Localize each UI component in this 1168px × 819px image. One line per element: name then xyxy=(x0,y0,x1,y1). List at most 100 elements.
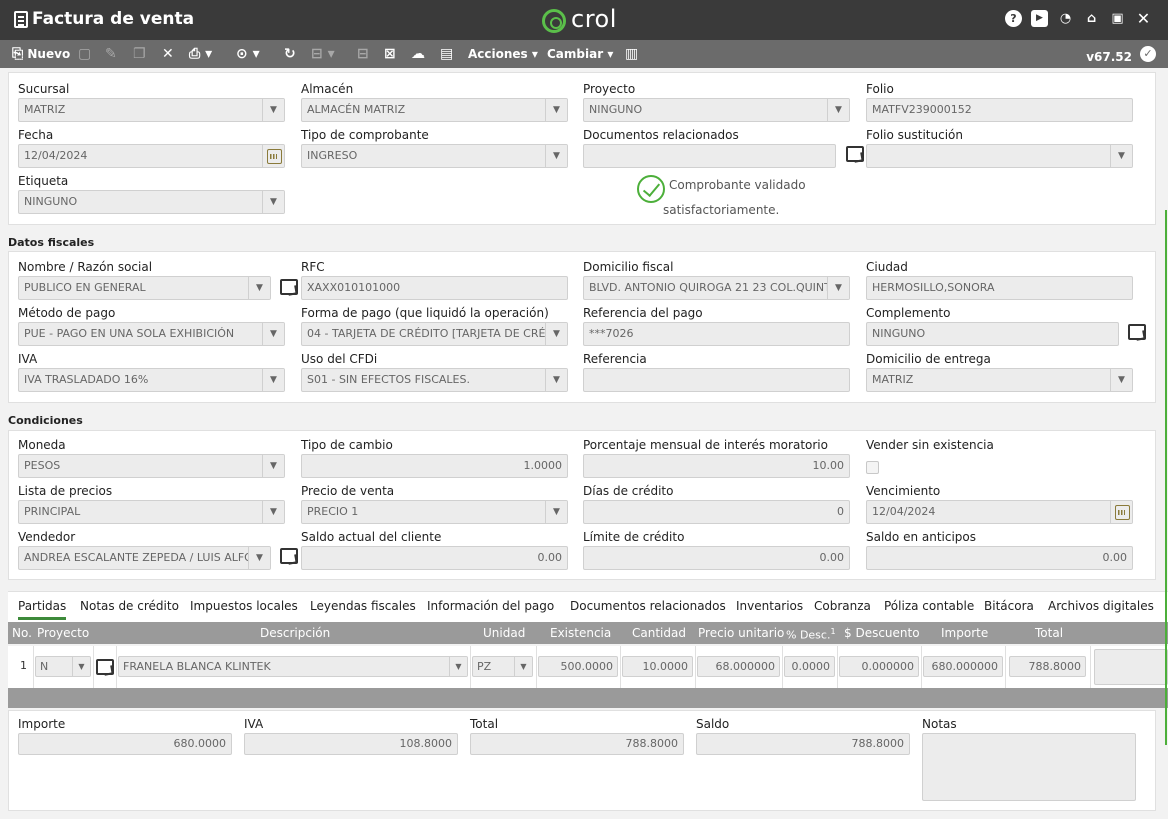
precio-venta-select[interactable]: PRECIO 1 ▼ xyxy=(301,500,568,524)
print-icon[interactable]: ⎙ ▾ xyxy=(189,44,212,64)
video-play-icon[interactable]: ▶ xyxy=(1031,10,1048,27)
home-icon[interactable]: ⌂ xyxy=(1083,10,1100,27)
lookup-icon[interactable] xyxy=(279,277,298,295)
row-descripcion-select[interactable]: FRANELA BLANCA KLINTEK ▼ xyxy=(118,656,468,677)
refresh-icon[interactable]: ↻ xyxy=(284,44,296,64)
row-importe[interactable]: 680.000000 xyxy=(923,656,1003,677)
row-descuento[interactable]: 0.000000 xyxy=(839,656,919,677)
cancel-icon[interactable]: ✕ xyxy=(162,44,174,64)
calendar-icon[interactable] xyxy=(1110,501,1132,523)
col-header-no[interactable]: No. xyxy=(12,626,32,640)
saldo-anticipos-field[interactable]: 0.00 xyxy=(866,546,1133,570)
uso-cfdi-select[interactable]: S01 - SIN EFECTOS FISCALES. ▼ xyxy=(301,368,568,392)
row-unidad-select[interactable]: PZ ▼ xyxy=(472,656,533,677)
preview-icon[interactable]: ⊙ ▾ xyxy=(236,44,260,64)
referencia-pago-field[interactable]: ***7026 xyxy=(583,322,850,346)
tab-leyendas-fiscales[interactable]: Leyendas fiscales xyxy=(310,599,416,613)
total-field[interactable]: 788.8000 xyxy=(470,733,684,755)
help-icon[interactable]: ? xyxy=(1005,10,1022,27)
tab-poliza-contable[interactable]: Póliza contable xyxy=(884,599,974,613)
col-header-pct-desc[interactable]: % Desc.1 xyxy=(786,627,836,642)
lista-precios-select[interactable]: PRINCIPAL ▼ xyxy=(18,500,285,524)
domicilio-entrega-select[interactable]: MATRIZ ▼ xyxy=(866,368,1133,392)
col-header-cantidad[interactable]: Cantidad xyxy=(632,626,686,640)
importe-total-field[interactable]: 680.0000 xyxy=(18,733,232,755)
vender-sin-existencia-checkbox[interactable] xyxy=(866,461,879,474)
proyecto-select[interactable]: NINGUNO ▼ xyxy=(583,98,850,122)
dias-credito-field[interactable]: 0 xyxy=(583,500,850,524)
save-icon[interactable]: ▢ xyxy=(78,44,91,64)
col-header-descripcion[interactable]: Descripción xyxy=(260,626,330,640)
row-proyecto-select[interactable]: N ▼ xyxy=(35,656,91,677)
link-icon[interactable]: ⊟ ▾ xyxy=(311,44,335,64)
col-header-unidad[interactable]: Unidad xyxy=(483,626,525,640)
chat-icon[interactable]: ◔ xyxy=(1057,10,1074,27)
table-row[interactable]: 1 N ▼ FRANELA BLANCA KLINTEK ▼ PZ ▼ 500.000… xyxy=(8,646,1168,688)
vencimiento-field[interactable]: 12/04/2024 xyxy=(866,500,1133,524)
calendar-icon[interactable] xyxy=(262,145,284,167)
actions-menu[interactable]: Acciones ▾ xyxy=(468,44,538,64)
vendedor-select[interactable]: ANDREA ESCALANTE ZEPEDA / LUIS ALFONSO ▼ xyxy=(18,546,271,570)
edit-icon[interactable]: ✎ xyxy=(105,44,117,64)
saldo-cliente-field[interactable]: 0.00 xyxy=(301,546,568,570)
lookup-icon[interactable] xyxy=(1127,322,1146,340)
interes-field[interactable]: 10.00 xyxy=(583,454,850,478)
rfc-field[interactable]: XAXX010101000 xyxy=(301,276,568,300)
tab-informacion-pago[interactable]: Información del pago xyxy=(427,599,554,613)
notas-textarea[interactable] xyxy=(922,733,1136,801)
tab-impuestos-locales[interactable]: Impuestos locales xyxy=(190,599,298,613)
new-button[interactable]: ⎘ Nuevo xyxy=(12,44,70,64)
col-header-proyecto[interactable]: Proyecto xyxy=(37,626,89,640)
limite-credito-field[interactable]: 0.00 xyxy=(583,546,850,570)
col-header-importe[interactable]: Importe xyxy=(941,626,988,640)
list-document-icon[interactable]: ▤ xyxy=(440,44,453,64)
saldo-field[interactable]: 788.8000 xyxy=(696,733,910,755)
referencia-field[interactable] xyxy=(583,368,850,392)
docs-relacionados-field[interactable] xyxy=(583,144,836,168)
row-precio-unitario[interactable]: 68.000000 xyxy=(697,656,780,677)
close-icon[interactable]: ✕ xyxy=(1135,10,1152,27)
transfer-icon[interactable]: ⊟ xyxy=(357,44,369,64)
row-existencia[interactable]: 500.0000 xyxy=(538,656,618,677)
inbox-icon[interactable]: ⊠ xyxy=(384,44,396,64)
metodo-pago-select[interactable]: PUE - PAGO EN UNA SOLA EXHIBICIÓN ▼ xyxy=(18,322,285,346)
row-total[interactable]: 788.8000 xyxy=(1009,656,1086,677)
folio-field[interactable]: MATFV239000152 xyxy=(866,98,1133,122)
lookup-icon[interactable] xyxy=(845,144,864,162)
moneda-select[interactable]: PESOS ▼ xyxy=(18,454,285,478)
cloud-upload-icon[interactable]: ☁ xyxy=(411,44,425,64)
scroll-indicator[interactable] xyxy=(1165,210,1167,745)
ciudad-field[interactable]: HERMOSILLO,SONORA xyxy=(866,276,1133,300)
razon-social-select[interactable]: PUBLICO EN GENERAL ▼ xyxy=(18,276,271,300)
row-pct-desc[interactable]: 0.0000 xyxy=(784,656,835,677)
tab-documentos-relacionados[interactable]: Documentos relacionados xyxy=(570,599,726,613)
tipo-cambio-field[interactable]: 1.0000 xyxy=(301,454,568,478)
folio-sustitucion-select[interactable]: ▼ xyxy=(866,144,1133,168)
etiqueta-select[interactable]: NINGUNO ▼ xyxy=(18,190,285,214)
complemento-field[interactable]: NINGUNO xyxy=(866,322,1119,346)
tab-bitacora[interactable]: Bitácora xyxy=(984,599,1034,613)
lookup-icon[interactable] xyxy=(279,546,298,564)
notes-icon[interactable]: ▥ xyxy=(625,44,638,64)
col-header-existencia[interactable]: Existencia xyxy=(550,626,611,640)
copy-icon[interactable]: ❐ xyxy=(133,44,146,64)
col-header-total[interactable]: Total xyxy=(1035,626,1063,640)
change-menu[interactable]: Cambiar ▾ xyxy=(547,44,613,64)
iva-total-field[interactable]: 108.8000 xyxy=(244,733,458,755)
forma-pago-select[interactable]: 04 - TARJETA DE CRÉDITO [TARJETA DE CRÉD… xyxy=(301,322,568,346)
tab-partidas[interactable]: Partidas xyxy=(18,599,67,620)
tab-cobranza[interactable]: Cobranza xyxy=(814,599,871,613)
lookup-icon[interactable] xyxy=(95,657,114,675)
picture-icon[interactable]: ▣ xyxy=(1109,10,1126,27)
col-header-precio-unitario[interactable]: Precio unitario xyxy=(698,626,784,640)
tab-inventarios[interactable]: Inventarios xyxy=(736,599,803,613)
row-cantidad[interactable]: 10.0000 xyxy=(622,656,693,677)
tab-notas-credito[interactable]: Notas de crédito xyxy=(80,599,179,613)
iva-select[interactable]: IVA TRASLADADO 16% ▼ xyxy=(18,368,285,392)
col-header-descuento[interactable]: $ Descuento xyxy=(844,626,920,640)
tab-archivos-digitales[interactable]: Archivos digitales xyxy=(1048,599,1154,613)
fecha-field[interactable]: 12/04/2024 xyxy=(18,144,285,168)
row-extra-field[interactable] xyxy=(1094,649,1168,685)
almacen-select[interactable]: ALMACÉN MATRIZ ▼ xyxy=(301,98,568,122)
sucursal-select[interactable]: MATRIZ ▼ xyxy=(18,98,285,122)
